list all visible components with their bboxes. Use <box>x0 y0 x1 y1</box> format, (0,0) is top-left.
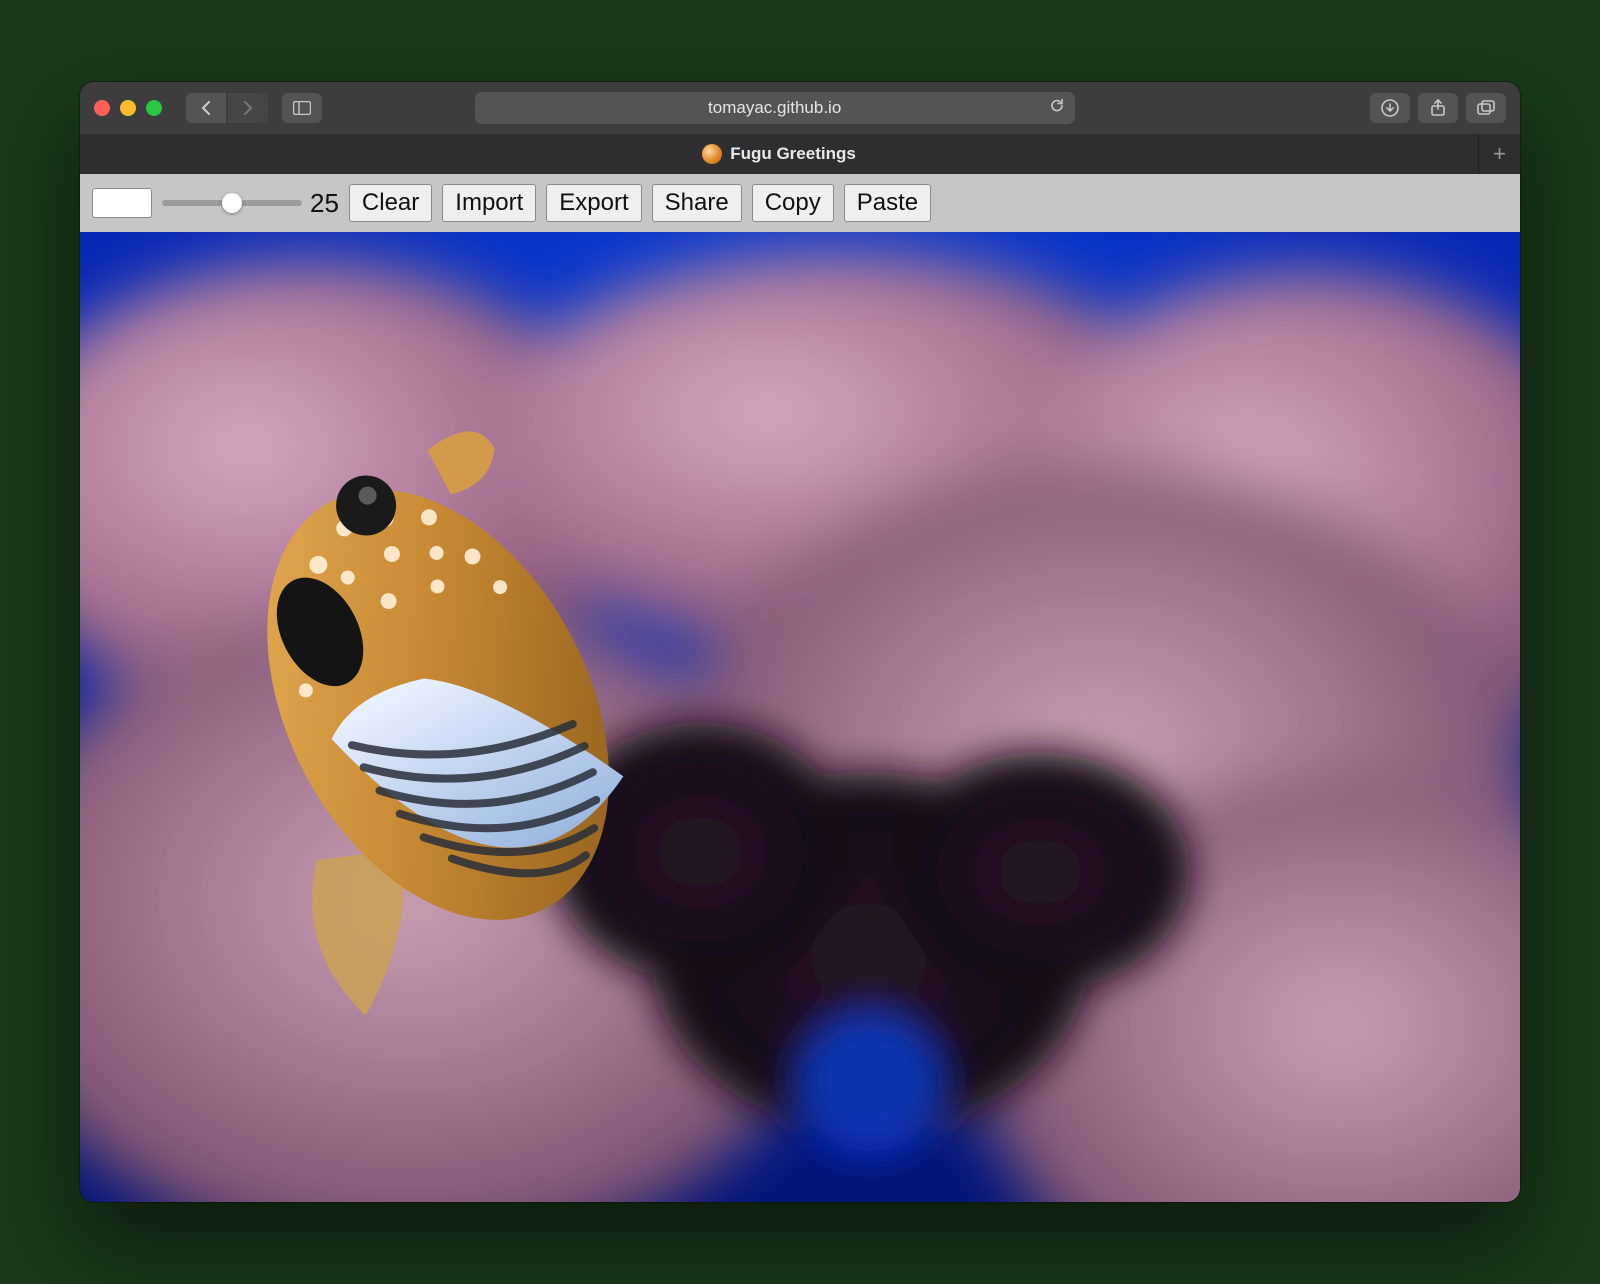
app-toolbar: 25 Clear Import Export Share Copy Paste <box>80 174 1520 232</box>
brush-size-control: 25 <box>162 188 339 219</box>
copy-button[interactable]: Copy <box>752 184 834 222</box>
address-bar-url: tomayac.github.io <box>708 98 841 118</box>
slider-thumb[interactable] <box>222 193 242 213</box>
downloads-button[interactable] <box>1370 93 1410 123</box>
share-app-button[interactable]: Share <box>652 184 742 222</box>
export-button[interactable]: Export <box>546 184 641 222</box>
address-bar[interactable]: tomayac.github.io <box>475 92 1075 124</box>
fugu-favicon-icon <box>702 144 722 164</box>
clear-button[interactable]: Clear <box>349 184 432 222</box>
canvas-area[interactable] <box>80 232 1520 1202</box>
titlebar: tomayac.github.io <box>80 82 1520 134</box>
titlebar-right-buttons <box>1370 93 1506 123</box>
import-button[interactable]: Import <box>442 184 536 222</box>
browser-tab[interactable]: Fugu Greetings <box>80 134 1478 174</box>
nav-buttons <box>186 93 268 123</box>
back-button[interactable] <box>186 93 226 123</box>
tab-bar: Fugu Greetings + <box>80 134 1520 174</box>
minimize-window-button[interactable] <box>120 100 136 116</box>
canvas-image <box>80 232 1520 1202</box>
brush-size-value: 25 <box>310 188 339 219</box>
new-tab-button[interactable]: + <box>1478 134 1520 174</box>
forward-button[interactable] <box>228 93 268 123</box>
browser-window: tomayac.github.io Fugu Greetings + <box>80 82 1520 1202</box>
color-picker[interactable] <box>92 188 152 218</box>
share-button[interactable] <box>1418 93 1458 123</box>
close-window-button[interactable] <box>94 100 110 116</box>
reload-icon[interactable] <box>1049 98 1065 119</box>
tabs-overview-button[interactable] <box>1466 93 1506 123</box>
brush-size-slider[interactable] <box>162 200 302 206</box>
zoom-window-button[interactable] <box>146 100 162 116</box>
paste-button[interactable]: Paste <box>844 184 931 222</box>
tab-title: Fugu Greetings <box>730 144 856 164</box>
sidebar-toggle-button[interactable] <box>282 93 322 123</box>
window-controls <box>94 100 162 116</box>
